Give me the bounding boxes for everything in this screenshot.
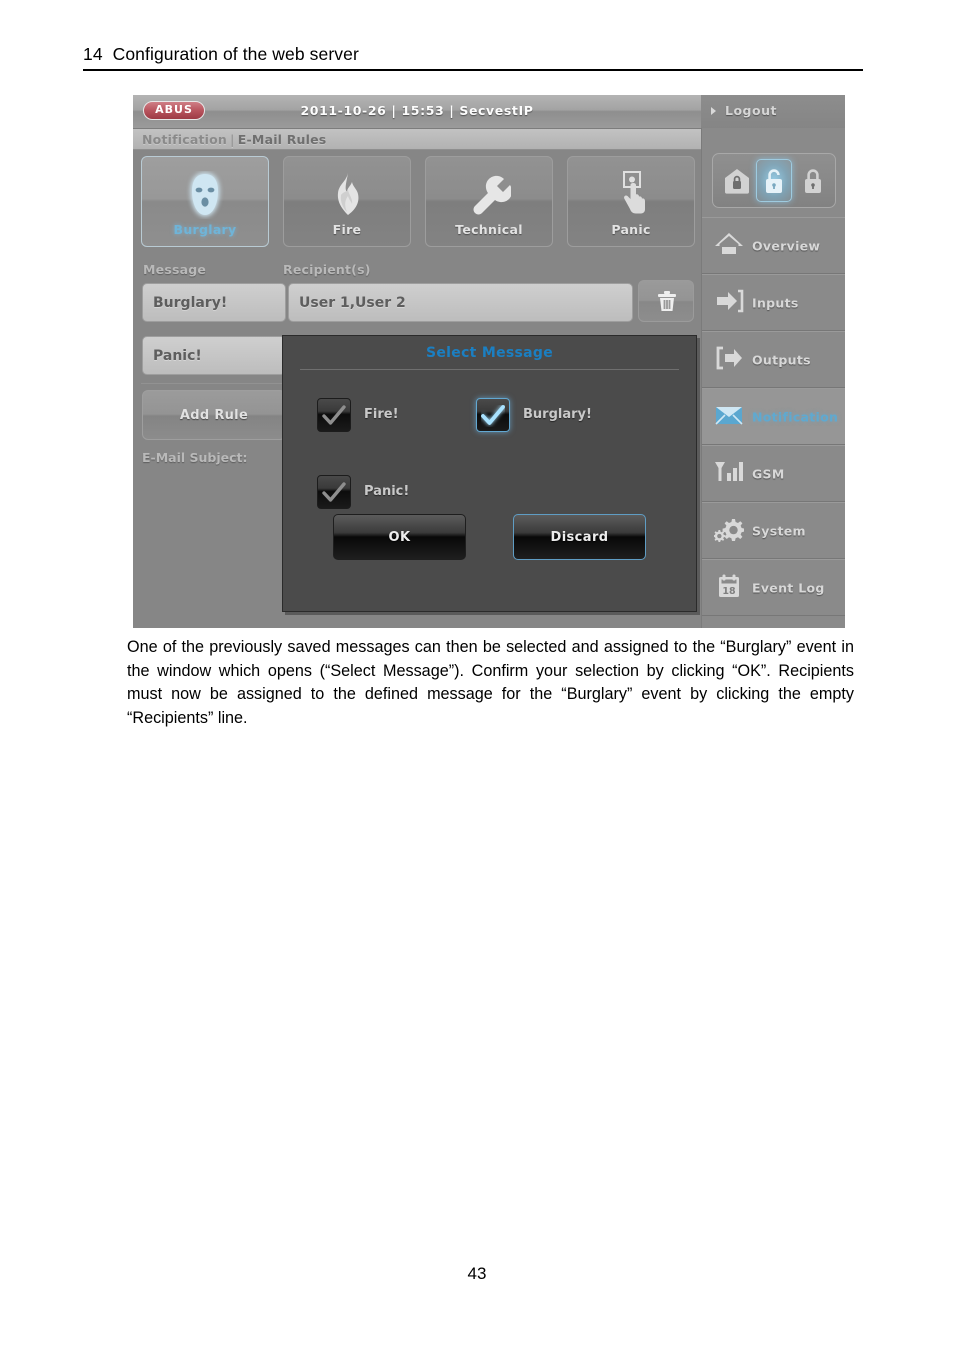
arrow-in-icon xyxy=(714,288,744,318)
recipients-field-burglary[interactable]: User 1,User 2 xyxy=(288,283,633,322)
tab-fire-label: Fire xyxy=(332,222,362,237)
checkbox-panic[interactable] xyxy=(317,475,351,509)
select-message-dialog: Select Message Fire! Burglary! Panic! OK… xyxy=(282,335,697,612)
arm-control xyxy=(702,145,845,217)
sidebar-item-inputs[interactable]: Inputs xyxy=(702,274,845,331)
arm-full-button[interactable] xyxy=(795,159,831,202)
add-rule-button[interactable]: Add Rule xyxy=(142,390,286,440)
sidebar: Overview Inputs Outputs Notification GSM… xyxy=(701,128,845,628)
tab-burglary-label: Burglary xyxy=(173,222,237,237)
signal-bars-icon xyxy=(714,459,744,489)
envelope-icon xyxy=(714,402,744,432)
message-field-burglary[interactable]: Burglary! xyxy=(142,283,286,322)
body-paragraph: One of the previously saved messages can… xyxy=(127,638,854,728)
unlocked-padlock-icon xyxy=(766,168,782,193)
calendar-day-number: 18 xyxy=(722,586,736,597)
app-titlebar: ABUS 2011-10-26 | 15:53 | SecvestIP xyxy=(133,95,701,129)
option-fire[interactable]: Fire! xyxy=(317,398,487,432)
checkbox-fire[interactable] xyxy=(317,398,351,432)
arrow-out-icon xyxy=(714,345,744,375)
sidebar-label-system: System xyxy=(752,523,806,538)
home-lock-icon xyxy=(725,168,749,194)
logout-label: Logout xyxy=(725,103,777,118)
tab-technical[interactable]: Technical xyxy=(425,156,553,247)
burglar-mask-icon xyxy=(142,171,268,219)
tab-panic[interactable]: Panic xyxy=(567,156,695,247)
breadcrumb-section[interactable]: Notification xyxy=(142,132,227,147)
dialog-discard-button[interactable]: Discard xyxy=(513,514,646,560)
sidebar-label-inputs: Inputs xyxy=(752,295,799,310)
page-header: 14 Configuration of the web server xyxy=(83,44,863,71)
dialog-title: Select Message xyxy=(426,345,553,361)
option-burglary-label: Burglary! xyxy=(523,407,592,422)
tab-technical-label: Technical xyxy=(455,222,523,237)
email-subject-label: E-Mail Subject: xyxy=(142,450,248,465)
sidebar-item-system[interactable]: System xyxy=(702,502,845,559)
breadcrumb-separator: | xyxy=(230,132,235,147)
trash-icon xyxy=(658,291,676,311)
arm-partial-button[interactable] xyxy=(719,159,755,202)
checkbox-burglary[interactable] xyxy=(476,398,510,432)
sidebar-item-overview[interactable]: Overview xyxy=(702,217,845,274)
breadcrumb-page: E-Mail Rules xyxy=(237,132,327,147)
header-divider xyxy=(83,69,863,71)
flame-icon xyxy=(284,171,410,219)
event-type-tabs: Burglary Fire Technical Panic xyxy=(141,156,695,250)
sidebar-label-event-log: Event Log xyxy=(752,580,825,595)
sidebar-item-gsm[interactable]: GSM xyxy=(702,445,845,502)
dialog-title-divider xyxy=(300,369,679,370)
option-panic[interactable]: Panic! xyxy=(317,475,487,509)
calendar-icon: 18 xyxy=(714,573,744,603)
breadcrumb: Notification | E-Mail Rules xyxy=(133,129,701,150)
sidebar-label-notification: Notification xyxy=(752,409,839,424)
webserver-screenshot: ABUS 2011-10-26 | 15:53 | SecvestIP Logo… xyxy=(133,95,845,628)
sidebar-label-gsm: GSM xyxy=(752,466,785,481)
option-panic-label: Panic! xyxy=(364,484,410,499)
sidebar-label-overview: Overview xyxy=(752,238,821,253)
tab-burglary[interactable]: Burglary xyxy=(141,156,269,247)
checkmark-icon xyxy=(322,405,346,425)
sidebar-item-notification[interactable]: Notification xyxy=(702,388,845,445)
dialog-ok-button[interactable]: OK xyxy=(333,514,466,560)
sidebar-label-outputs: Outputs xyxy=(752,352,811,367)
gears-icon xyxy=(713,516,745,546)
home-icon xyxy=(714,231,744,261)
chapter-heading: 14 Configuration of the web server xyxy=(83,44,359,64)
checkmark-icon xyxy=(481,405,505,425)
tab-panic-label: Panic xyxy=(611,222,651,237)
delete-rule-button[interactable] xyxy=(638,280,694,322)
page-number: 43 xyxy=(467,1264,487,1283)
arm-control-group xyxy=(712,153,836,208)
message-column-header: Message xyxy=(143,262,207,277)
option-fire-label: Fire! xyxy=(364,407,399,422)
recipients-column-header: Recipient(s) xyxy=(283,262,371,277)
sidebar-item-event-log[interactable]: 18 Event Log xyxy=(702,559,845,616)
chevron-right-icon xyxy=(711,107,716,115)
checkmark-icon xyxy=(322,482,346,502)
wrench-icon xyxy=(426,171,552,219)
sidebar-item-outputs[interactable]: Outputs xyxy=(702,331,845,388)
status-stamp: 2011-10-26 | 15:53 | SecvestIP xyxy=(300,103,534,118)
disarm-button[interactable] xyxy=(756,159,792,202)
message-field-panic[interactable]: Panic! xyxy=(142,336,286,375)
logout-button[interactable]: Logout xyxy=(701,95,845,129)
option-burglary[interactable]: Burglary! xyxy=(476,398,666,432)
locked-padlock-icon xyxy=(805,168,821,193)
panic-button-hand-icon xyxy=(568,171,694,219)
tab-fire[interactable]: Fire xyxy=(283,156,411,247)
